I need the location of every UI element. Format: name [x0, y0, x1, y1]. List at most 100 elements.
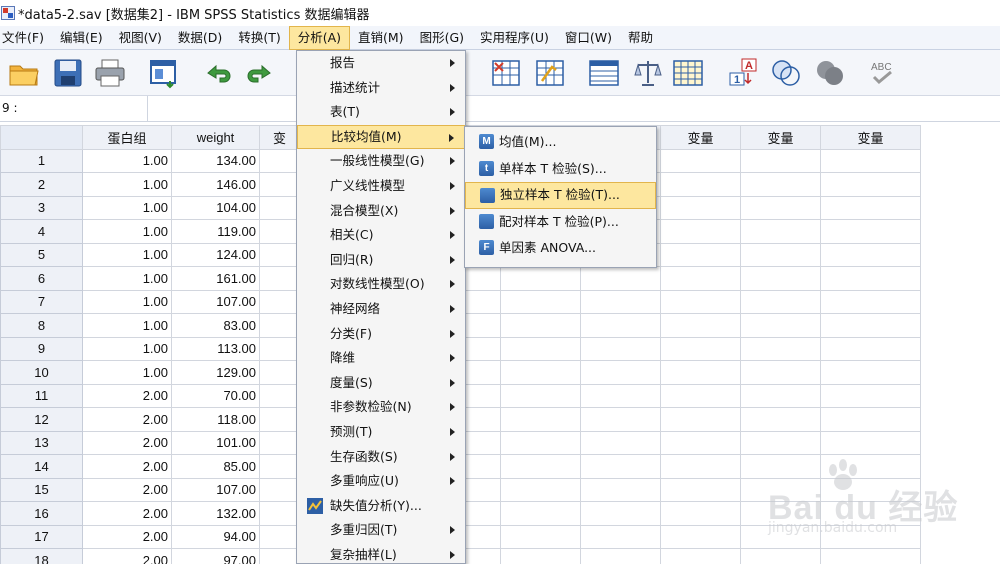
split-file-icon[interactable]: [588, 57, 620, 89]
data-cell[interactable]: [660, 242, 741, 267]
menu-analyze[interactable]: 分析(A): [288, 25, 351, 50]
menu-utilities[interactable]: 实用程序(U): [472, 26, 557, 50]
menu-file[interactable]: 文件(F): [0, 26, 52, 50]
data-cell[interactable]: [580, 454, 661, 479]
data-cell[interactable]: [820, 313, 921, 338]
data-cell[interactable]: [259, 148, 300, 173]
data-cell[interactable]: [259, 266, 300, 291]
data-cell[interactable]: 85.00: [171, 454, 260, 479]
row-number[interactable]: 14: [0, 454, 83, 479]
data-cell[interactable]: [580, 360, 661, 385]
row-number[interactable]: 9: [0, 336, 83, 361]
compare-means-menu-item[interactable]: t 单样本 T 检验(S)...: [465, 156, 656, 183]
data-cell[interactable]: [259, 289, 300, 314]
data-cell[interactable]: [580, 407, 661, 432]
compare-means-menu-item[interactable]: 独立样本 T 检验(T)...: [465, 182, 656, 209]
analyze-menu-item[interactable]: 广义线性模型: [297, 174, 465, 199]
data-cell[interactable]: [580, 313, 661, 338]
menu-window[interactable]: 窗口(W): [557, 26, 620, 50]
data-cell[interactable]: [500, 289, 581, 314]
row-number[interactable]: 8: [0, 313, 83, 338]
data-cell[interactable]: [820, 524, 921, 549]
data-cell[interactable]: [500, 501, 581, 526]
data-cell[interactable]: [660, 266, 741, 291]
data-cell[interactable]: 2.00: [82, 501, 172, 526]
data-cell[interactable]: [660, 219, 741, 244]
data-cell[interactable]: 118.00: [171, 407, 260, 432]
row-number[interactable]: 18: [0, 548, 83, 564]
menu-data[interactable]: 数据(D): [170, 26, 230, 50]
cell-value-input[interactable]: [149, 96, 1000, 121]
data-cell[interactable]: [820, 172, 921, 197]
data-cell[interactable]: [740, 501, 821, 526]
analyze-menu-item[interactable]: 缺失值分析(Y)...: [297, 494, 465, 519]
data-cell[interactable]: [660, 289, 741, 314]
data-cell[interactable]: [660, 172, 741, 197]
row-number[interactable]: 15: [0, 477, 83, 502]
menu-graphs[interactable]: 图形(G): [412, 26, 472, 50]
data-cell[interactable]: [820, 360, 921, 385]
data-cell[interactable]: [740, 266, 821, 291]
data-cell[interactable]: [500, 407, 581, 432]
analyze-menu-item[interactable]: 分类(F): [297, 322, 465, 347]
analyze-menu-item[interactable]: 回归(R): [297, 248, 465, 273]
use-sets-grey-icon[interactable]: [814, 57, 846, 89]
data-cell[interactable]: 119.00: [171, 219, 260, 244]
data-cell[interactable]: 1.00: [82, 242, 172, 267]
data-cell[interactable]: 124.00: [171, 242, 260, 267]
data-cell[interactable]: 1.00: [82, 336, 172, 361]
data-cell[interactable]: [580, 336, 661, 361]
data-cell[interactable]: [500, 454, 581, 479]
row-number[interactable]: 16: [0, 501, 83, 526]
data-cell[interactable]: [820, 289, 921, 314]
analyze-menu-item[interactable]: 对数线性模型(O): [297, 272, 465, 297]
data-cell[interactable]: 1.00: [82, 313, 172, 338]
analyze-menu-item[interactable]: 度量(S): [297, 371, 465, 396]
analyze-menu-item[interactable]: 表(T): [297, 100, 465, 125]
data-cell[interactable]: [740, 383, 821, 408]
data-cell[interactable]: 1.00: [82, 172, 172, 197]
row-number[interactable]: 3: [0, 195, 83, 220]
data-cell[interactable]: [740, 313, 821, 338]
data-cell[interactable]: 107.00: [171, 477, 260, 502]
redo-icon[interactable]: [244, 57, 276, 89]
data-cell[interactable]: 2.00: [82, 548, 172, 564]
data-cell[interactable]: [660, 195, 741, 220]
data-cell[interactable]: [500, 266, 581, 291]
data-cell[interactable]: [820, 336, 921, 361]
row-number[interactable]: 4: [0, 219, 83, 244]
data-cell[interactable]: 1.00: [82, 195, 172, 220]
data-cell[interactable]: [580, 383, 661, 408]
data-cell[interactable]: [660, 430, 741, 455]
data-cell[interactable]: [820, 454, 921, 479]
data-cell[interactable]: [660, 336, 741, 361]
data-cell[interactable]: [740, 477, 821, 502]
data-cell[interactable]: [820, 148, 921, 173]
column-header[interactable]: weight: [171, 125, 260, 150]
data-cell[interactable]: [259, 407, 300, 432]
data-cell[interactable]: [820, 195, 921, 220]
column-header[interactable]: 变量: [660, 125, 741, 150]
data-cell[interactable]: [500, 383, 581, 408]
analyze-menu-item[interactable]: 一般线性模型(G): [297, 149, 465, 174]
save-icon[interactable]: [52, 57, 84, 89]
data-cell[interactable]: [500, 548, 581, 564]
menu-direct-marketing[interactable]: 直销(M): [350, 26, 412, 50]
data-cell[interactable]: [580, 524, 661, 549]
data-cell[interactable]: [259, 360, 300, 385]
data-cell[interactable]: [259, 430, 300, 455]
analyze-menu-item[interactable]: 多重响应(U): [297, 469, 465, 494]
data-cell[interactable]: [740, 336, 821, 361]
menu-edit[interactable]: 编辑(E): [52, 26, 111, 50]
data-cell[interactable]: 1.00: [82, 266, 172, 291]
data-cell[interactable]: [660, 407, 741, 432]
data-cell[interactable]: [820, 430, 921, 455]
data-cell[interactable]: [820, 407, 921, 432]
data-cell[interactable]: [660, 313, 741, 338]
grid-corner[interactable]: [0, 125, 83, 150]
data-cell[interactable]: [500, 360, 581, 385]
row-number[interactable]: 12: [0, 407, 83, 432]
data-cell[interactable]: [820, 477, 921, 502]
data-cell[interactable]: 107.00: [171, 289, 260, 314]
print-icon[interactable]: [94, 57, 126, 89]
